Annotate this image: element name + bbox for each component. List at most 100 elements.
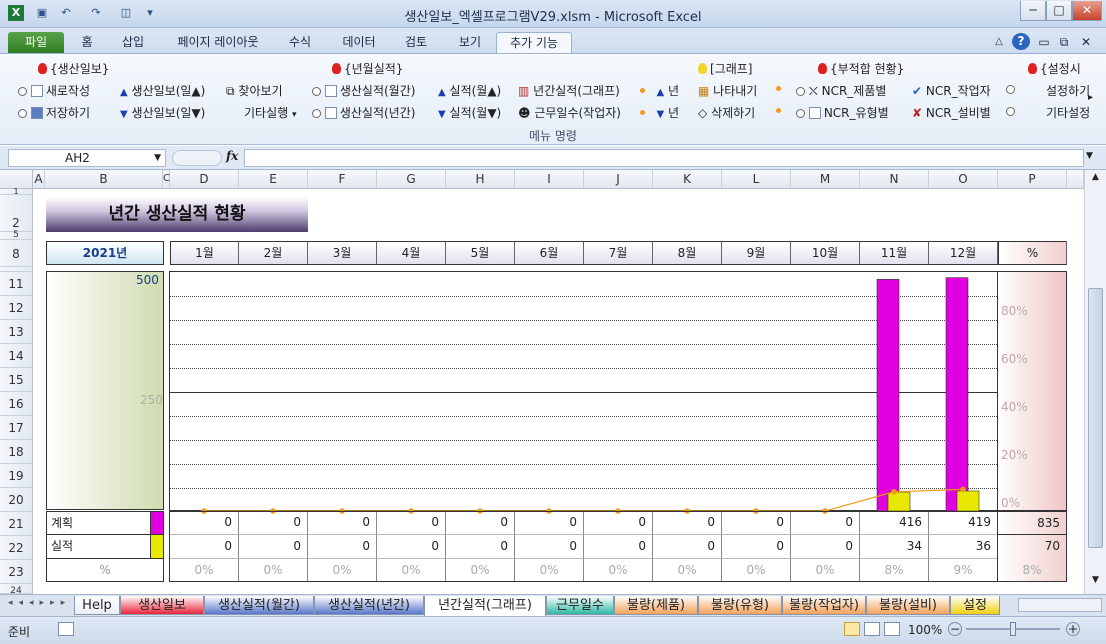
zoom-level[interactable]: 100% (908, 623, 942, 637)
pct-cell[interactable]: 9% (929, 559, 998, 582)
delete-graph-button[interactable]: ◇ 삭제하기 (698, 104, 755, 121)
sheet-tab[interactable]: 생산일보 (120, 596, 204, 615)
yearly-report-button[interactable]: 생산실적(년간) (312, 104, 415, 121)
zoom-in-icon[interactable]: + (1066, 622, 1080, 636)
show-graph-button[interactable]: ▦ 나타내기 (698, 82, 757, 99)
pct-cell[interactable]: 0% (722, 559, 791, 582)
month-down-button[interactable]: ▼ 실적(월▼) (438, 104, 501, 121)
radio-icon[interactable] (1006, 82, 1015, 96)
pct-cell[interactable]: 0% (308, 559, 377, 582)
formula-handle[interactable] (172, 150, 222, 166)
maximize-button[interactable]: □ (1046, 1, 1072, 21)
yearly-graph-button[interactable]: ▥ 년간실적(그래프) (518, 82, 620, 99)
horizontal-scrollbar[interactable] (1018, 598, 1102, 612)
ncr-equipment-button[interactable]: ✘ NCR_설비별 (912, 104, 991, 121)
sheet-tab[interactable]: 생산실적(월간) (204, 596, 314, 615)
actual-cell[interactable]: 0 (239, 535, 308, 559)
plan-cell[interactable]: 419 (929, 511, 998, 535)
sheet-tab[interactable]: 년간실적(그래프) (424, 596, 546, 617)
vertical-scrollbar[interactable]: ▲ ▼ (1084, 170, 1106, 594)
plan-cell[interactable]: 0 (377, 511, 446, 535)
pct-cell[interactable]: 0% (515, 559, 584, 582)
actual-cell[interactable]: 0 (515, 535, 584, 559)
plan-cell[interactable]: 0 (515, 511, 584, 535)
daily-up-button[interactable]: ▲ 생산일보(일▲) (120, 82, 205, 99)
tab-add-ins[interactable]: 추가 기능 (496, 32, 572, 53)
plan-cell[interactable]: 0 (308, 511, 377, 535)
ncr-product-button[interactable]: ⛌ NCR_제품별 (796, 82, 886, 99)
tab-page-layout[interactable]: 페이지 레이아웃 (166, 32, 270, 53)
other-run-dropdown[interactable]: 기타실행 ▾ (244, 104, 297, 121)
expand-formula-icon[interactable]: ▼ (1086, 151, 1093, 161)
macro-record-icon[interactable] (58, 622, 74, 636)
actual-cell[interactable]: 0 (308, 535, 377, 559)
zoom-out-icon[interactable]: − (948, 622, 962, 636)
close-button[interactable]: ✕ (1072, 1, 1102, 21)
actual-cell[interactable]: 0 (653, 535, 722, 559)
tab-home[interactable]: 홈 (72, 32, 102, 53)
plan-total[interactable]: 835 (998, 511, 1067, 535)
page-layout-view-icon[interactable] (864, 622, 880, 636)
month-up-button[interactable]: ▲ 실적(월▲) (438, 82, 501, 99)
tab-data[interactable]: 데이터 (332, 32, 386, 53)
actual-cell[interactable]: 0 (446, 535, 515, 559)
scroll-up-icon[interactable]: ▲ (1088, 172, 1103, 187)
year-up-button[interactable]: ▲ 년 (640, 82, 679, 99)
insert-function-icon[interactable]: fx (226, 149, 238, 163)
sheet-tab[interactable]: 불량(유형) (698, 596, 782, 615)
plan-cell[interactable]: 0 (722, 511, 791, 535)
sheet-tab[interactable]: 설정 (950, 596, 1000, 615)
pct-cell[interactable]: 0% (653, 559, 722, 582)
pct-cell[interactable]: 8% (860, 559, 929, 582)
actual-cell[interactable]: 36 (929, 535, 998, 559)
tab-file[interactable]: 파일 (8, 32, 64, 53)
workbook-close-icon[interactable]: ✕ (1078, 32, 1094, 53)
collapse-ribbon-icon[interactable]: △ (992, 32, 1006, 53)
actual-cell[interactable]: 34 (860, 535, 929, 559)
plan-cell[interactable]: 0 (653, 511, 722, 535)
plan-cell[interactable]: 0 (791, 511, 860, 535)
zoom-slider-thumb[interactable] (1010, 622, 1016, 636)
actual-cell[interactable]: 0 (584, 535, 653, 559)
pct-total[interactable]: 8% (998, 559, 1067, 582)
minimize-button[interactable]: ─ (1020, 1, 1046, 21)
sheet-tab[interactable]: 불량(제품) (614, 596, 698, 615)
pct-cell[interactable]: 0% (239, 559, 308, 582)
actual-total[interactable]: 70 (998, 535, 1067, 559)
ncr-type-button[interactable]: NCR_유형별 (796, 104, 889, 121)
actual-cell[interactable]: 0 (377, 535, 446, 559)
ribbon-scroll-icon[interactable]: ▸ (1088, 92, 1093, 103)
find-button[interactable]: ⧉ 찾아보기 (226, 82, 283, 99)
ncr-worker-button[interactable]: ✔ NCR_작업자 (912, 82, 991, 99)
sheet-nav-arrows-icon[interactable]: ◂◂◂▸▸▸ (8, 598, 71, 608)
tab-insert[interactable]: 삽입 (112, 32, 154, 53)
settings-button[interactable]: 설정하기 (1046, 82, 1090, 99)
other-settings-button[interactable]: 기타설정 (1046, 104, 1090, 121)
tab-view[interactable]: 보기 (448, 32, 492, 53)
plan-cell[interactable]: 0 (239, 511, 308, 535)
tab-formulas[interactable]: 수식 (280, 32, 320, 53)
plan-cell[interactable]: 0 (446, 511, 515, 535)
sheet-tab[interactable]: 불량(작업자) (782, 596, 866, 615)
work-days-button[interactable]: ☻ 근무일수(작업자) (518, 104, 621, 121)
daily-down-button[interactable]: ▼ 생산일보(일▼) (120, 104, 205, 121)
tab-review[interactable]: 검토 (394, 32, 438, 53)
worksheet-grid[interactable]: A B C D E F G H I J K L M N O P 1 2 5 8 … (0, 170, 1084, 596)
pct-cell[interactable]: 0% (170, 559, 239, 582)
monthly-report-button[interactable]: 생산실적(월간) (312, 82, 415, 99)
workbook-restore-icon[interactable]: ⧉ (1056, 32, 1072, 53)
actual-cell[interactable]: 0 (791, 535, 860, 559)
sheet-tab[interactable]: 근무일수 (546, 596, 614, 615)
year-down-button[interactable]: ▼ 년 (640, 104, 679, 121)
workbook-minimize-icon[interactable]: ▭ (1036, 32, 1052, 53)
name-box[interactable]: AH2 ▼ (8, 149, 166, 167)
formula-input[interactable] (244, 149, 1084, 167)
pct-cell[interactable]: 0% (446, 559, 515, 582)
plan-cell[interactable]: 0 (584, 511, 653, 535)
pct-cell[interactable]: 0% (584, 559, 653, 582)
actual-cell[interactable]: 0 (722, 535, 791, 559)
sheet-tab[interactable]: 생산실적(년간) (314, 596, 424, 615)
scrollbar-thumb[interactable] (1088, 288, 1103, 548)
pct-cell[interactable]: 0% (791, 559, 860, 582)
page-break-view-icon[interactable] (884, 622, 900, 636)
